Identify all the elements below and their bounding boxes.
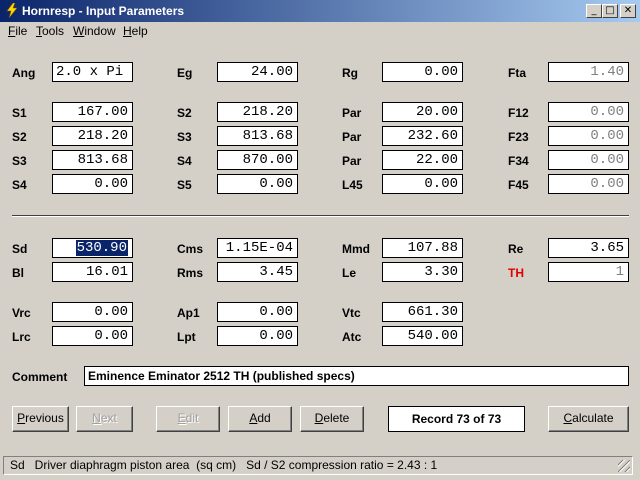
s3-label: S3 — [177, 130, 192, 144]
par-field[interactable]: 20.00 — [382, 102, 463, 122]
record-indicator: Record 73 of 73 — [388, 406, 525, 432]
le-label: Le — [342, 266, 357, 280]
lpt-field[interactable]: 0.00 — [217, 326, 298, 346]
ap1-field[interactable]: 0.00 — [217, 302, 298, 322]
sd-field[interactable]: 530.90 — [52, 238, 133, 258]
vrc-label: Vrc — [12, 306, 31, 320]
par-field[interactable]: 22.00 — [382, 150, 463, 170]
lpt-label: Lpt — [177, 330, 196, 344]
f23-label: F23 — [508, 130, 529, 144]
le-field[interactable]: 3.30 — [382, 262, 463, 282]
delete-button[interactable]: Delete — [300, 406, 364, 432]
cms-field[interactable]: 1.15E-04 — [217, 238, 298, 258]
s3-field[interactable]: 813.68 — [217, 126, 298, 146]
atc-field[interactable]: 540.00 — [382, 326, 463, 346]
f23-field: 0.00 — [548, 126, 629, 146]
vtc-label: Vtc — [342, 306, 361, 320]
f12-label: F12 — [508, 106, 529, 120]
s4-label: S4 — [12, 178, 27, 192]
f45-label: F45 — [508, 178, 529, 192]
menu-window[interactable]: Window — [73, 24, 116, 38]
s4-field[interactable]: 0.00 — [52, 174, 133, 194]
s2-field[interactable]: 218.20 — [217, 102, 298, 122]
status-text: Sd Driver diaphragm piston area (sq cm) … — [10, 458, 438, 472]
menu-help[interactable]: Help — [123, 24, 148, 38]
previous-button[interactable]: Previous — [12, 406, 69, 432]
mmd-field[interactable]: 107.88 — [382, 238, 463, 258]
s3-label: S3 — [12, 154, 27, 168]
resize-grip-icon[interactable] — [618, 460, 630, 472]
menu-file[interactable]: File — [8, 24, 27, 38]
cms-label: Cms — [177, 242, 204, 256]
comment-field[interactable]: Eminence Eminator 2512 TH (published spe… — [84, 366, 629, 386]
s1-label: S1 — [12, 106, 27, 120]
calculate-button[interactable]: Calculate — [548, 406, 629, 432]
par-field[interactable]: 232.60 — [382, 126, 463, 146]
add-button[interactable]: Add — [228, 406, 292, 432]
fta-field: 1.40 — [548, 62, 629, 82]
section-divider — [12, 215, 629, 217]
sd-label: Sd — [12, 242, 28, 256]
comment-label: Comment — [12, 370, 68, 384]
window-title: Hornresp - Input Parameters — [22, 4, 185, 18]
s4-label: S4 — [177, 154, 192, 168]
rms-label: Rms — [177, 266, 204, 280]
bl-field[interactable]: 16.01 — [52, 262, 133, 282]
eg-field[interactable]: 24.00 — [217, 62, 298, 82]
eg-label: Eg — [177, 66, 193, 80]
par-label: Par — [342, 130, 362, 144]
s2-label: S2 — [177, 106, 192, 120]
ang-label: Ang — [12, 66, 36, 80]
maximize-icon: □ — [605, 5, 615, 16]
s2-field[interactable]: 218.20 — [52, 126, 133, 146]
status-bar: Sd Driver diaphragm piston area (sq cm) … — [3, 456, 633, 475]
menu-tools[interactable]: Tools — [36, 24, 64, 38]
maximize-button[interactable]: □ — [602, 4, 618, 18]
f12-field: 0.00 — [548, 102, 629, 122]
lrc-field[interactable]: 0.00 — [52, 326, 133, 346]
title-bar[interactable]: Hornresp - Input Parameters _ □ ✕ — [0, 0, 640, 22]
bl-label: Bl — [12, 266, 24, 280]
lrc-label: Lrc — [12, 330, 31, 344]
f34-field: 0.00 — [548, 150, 629, 170]
menu-bar: File Tools Window Help — [0, 22, 640, 40]
minimize-button[interactable]: _ — [586, 4, 602, 18]
s1-field[interactable]: 167.00 — [52, 102, 133, 122]
re-label: Re — [508, 242, 524, 256]
vrc-field[interactable]: 0.00 — [52, 302, 133, 322]
close-icon: ✕ — [623, 5, 633, 16]
fta-label: Fta — [508, 66, 526, 80]
s4-field[interactable]: 870.00 — [217, 150, 298, 170]
par-label: Par — [342, 154, 362, 168]
s5-field[interactable]: 0.00 — [217, 174, 298, 194]
lightning-icon — [6, 3, 18, 18]
rms-field[interactable]: 3.45 — [217, 262, 298, 282]
minimize-icon: _ — [591, 5, 597, 16]
f45-field: 0.00 — [548, 174, 629, 194]
vtc-field[interactable]: 661.30 — [382, 302, 463, 322]
par-label: Par — [342, 106, 362, 120]
s5-label: S5 — [177, 178, 192, 192]
re-field[interactable]: 3.65 — [548, 238, 629, 258]
f34-label: F34 — [508, 154, 529, 168]
mmd-label: Mmd — [342, 242, 370, 256]
l45-label: L45 — [342, 178, 363, 192]
atc-label: Atc — [342, 330, 362, 344]
ang-field[interactable]: 2.0 x Pi — [52, 62, 133, 82]
th-label: TH — [508, 266, 524, 280]
s3-field[interactable]: 813.68 — [52, 150, 133, 170]
s2-label: S2 — [12, 130, 27, 144]
next-button: Next — [76, 406, 133, 432]
sd-value: 530.90 — [75, 240, 128, 256]
rg-field[interactable]: 0.00 — [382, 62, 463, 82]
th-field[interactable]: 1 — [548, 262, 629, 282]
close-button[interactable]: ✕ — [620, 4, 636, 18]
edit-button: Edit — [156, 406, 220, 432]
l45-field[interactable]: 0.00 — [382, 174, 463, 194]
ap1-label: Ap1 — [177, 306, 200, 320]
rg-label: Rg — [342, 66, 358, 80]
